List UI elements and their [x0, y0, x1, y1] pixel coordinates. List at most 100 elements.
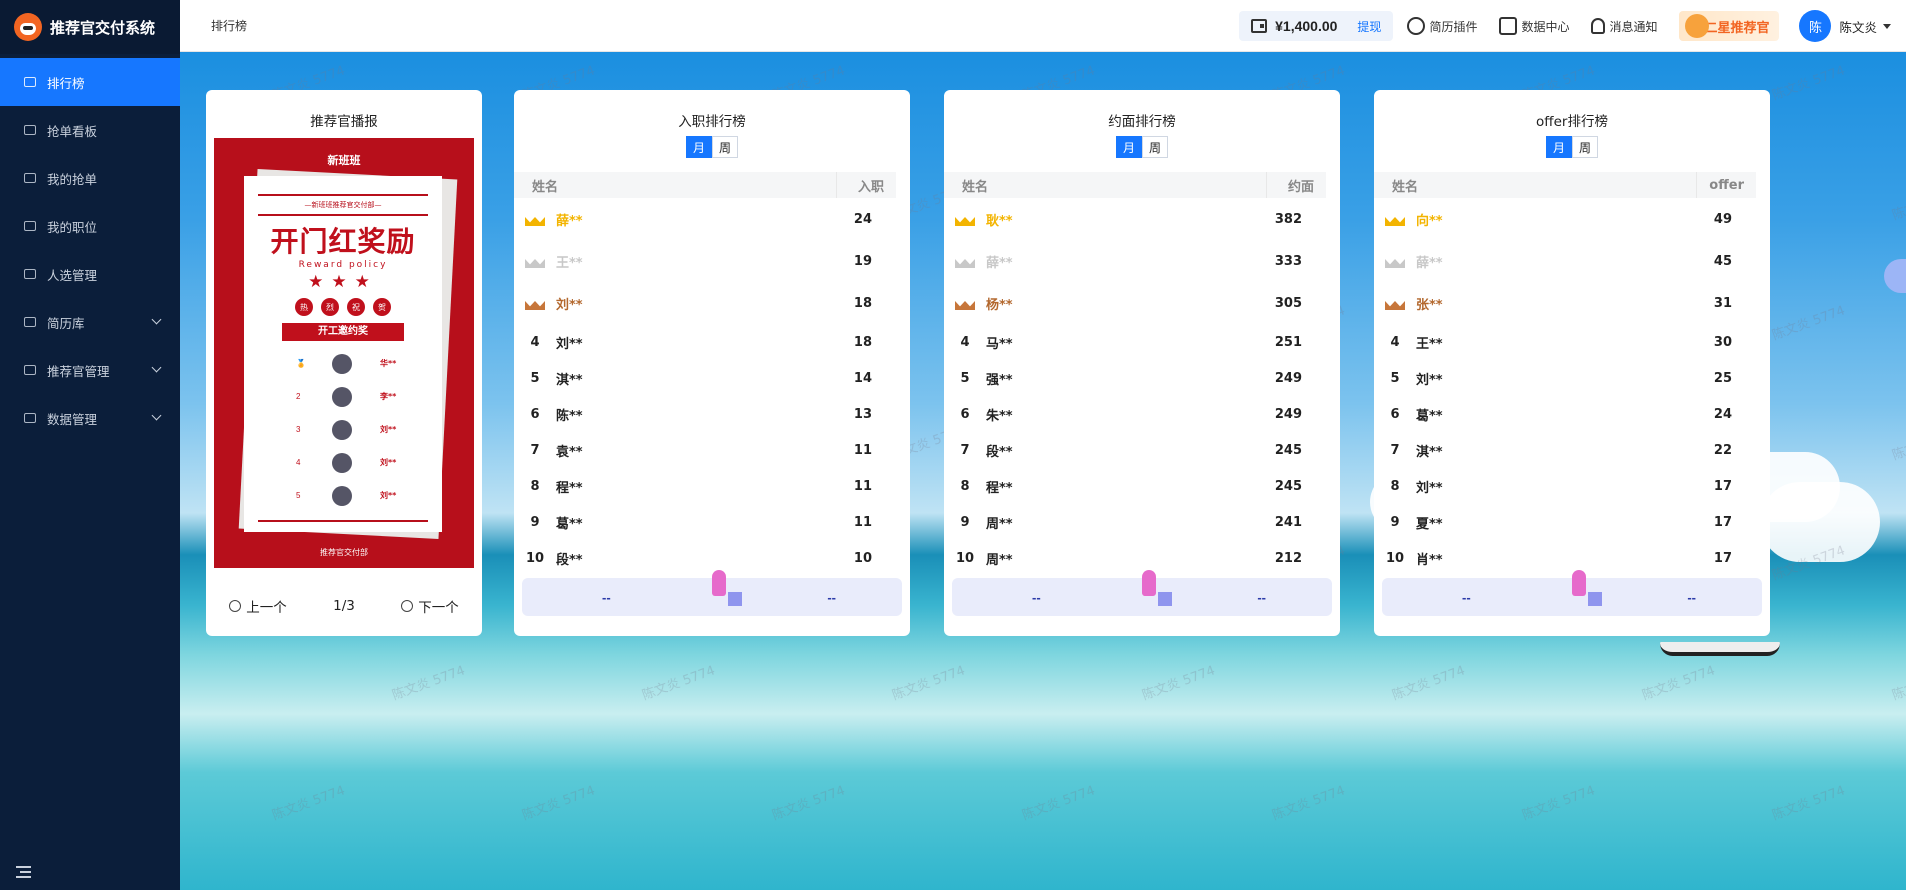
- table-row: 薛** 24: [514, 198, 896, 240]
- watermark-text: 陈文炎 5774: [770, 783, 848, 824]
- toggle-week[interactable]: 周: [1572, 136, 1598, 158]
- poster-name: 刘**: [380, 458, 397, 467]
- avatar[interactable]: 陈: [1799, 10, 1832, 42]
- watermark-text: 陈文炎 5774: [270, 783, 348, 824]
- leaderboard-table: 姓名 约面 耿** 382 薛** 333 杨** 305 4 马** 251: [944, 172, 1326, 576]
- menu-collapse-icon[interactable]: [16, 866, 31, 878]
- table-row: 10 肖** 17: [1374, 540, 1756, 576]
- watermark-text: 陈文炎 5774: [890, 663, 968, 704]
- toggle-week[interactable]: 周: [712, 136, 738, 158]
- sidebar-item-leaderboard[interactable]: 排行榜: [0, 58, 180, 106]
- rank-number: 6: [960, 406, 970, 422]
- rank-number: 9: [1390, 514, 1400, 530]
- rank-number: 8: [1390, 478, 1400, 494]
- sidebar-item-my-orders[interactable]: 我的抢单: [0, 154, 180, 202]
- toggle-week[interactable]: 周: [1142, 136, 1168, 158]
- poster-rank: 5: [296, 491, 301, 500]
- side-float-tab[interactable]: [1884, 259, 1906, 293]
- column-header-value: 入职: [835, 172, 896, 198]
- poster-badge: 贺: [373, 298, 391, 316]
- sidebar-item-candidates[interactable]: 人选管理: [0, 250, 180, 298]
- poster-divider: [258, 214, 428, 216]
- next-button[interactable]: 下一个: [401, 596, 459, 616]
- crown-icon: [955, 254, 975, 268]
- value-cell: 11: [853, 514, 872, 530]
- notifications-link[interactable]: 消息通知: [1591, 18, 1657, 35]
- sidebar-item-order-board[interactable]: 抢单看板: [0, 106, 180, 154]
- table-header: 姓名 约面: [944, 172, 1326, 198]
- username[interactable]: 陈文炎: [1839, 17, 1877, 36]
- name-cell: 薛**: [1416, 255, 1443, 271]
- rank-cell: 8: [1374, 468, 1416, 504]
- table-header: 姓名 offer: [1374, 172, 1756, 198]
- toggle-month[interactable]: 月: [686, 136, 712, 158]
- sidebar-item-label: 我的职位: [47, 219, 98, 235]
- value-cell: 305: [1274, 295, 1302, 311]
- rank-cell: [944, 282, 986, 324]
- poster-name: 华**: [380, 359, 397, 368]
- watermark-text: 陈文炎 5774: [1890, 183, 1906, 224]
- value-cell: 17: [1713, 514, 1732, 530]
- prev-button[interactable]: 上一个: [229, 596, 287, 616]
- chevron-down-icon: [151, 362, 162, 373]
- name-cell: 薛**: [986, 255, 1013, 271]
- withdraw-button[interactable]: 提现: [1357, 18, 1381, 35]
- sidebar-item-label: 我的抢单: [47, 171, 98, 187]
- leaderboard-table: 姓名 入职 薛** 24 王** 19 刘** 18 4 刘** 18 5 淇*…: [514, 172, 896, 576]
- table-row: 7 段** 245: [944, 432, 1326, 468]
- crown-icon: [525, 296, 545, 310]
- rank-number: 9: [960, 514, 970, 530]
- rank-cell: [1374, 282, 1416, 324]
- sidebar-item-resume-library[interactable]: 简历库: [0, 298, 180, 346]
- poster-avatar: [332, 452, 352, 473]
- name-cell: 强**: [986, 372, 1013, 388]
- app-title: 推荐官交付系统: [50, 18, 156, 37]
- rank-cell: 10: [944, 540, 986, 576]
- rank-cell: 10: [514, 540, 556, 576]
- poster-headline: 开门红奖励: [270, 225, 416, 258]
- name-cell: 袁**: [556, 444, 583, 460]
- rank-cell: 8: [944, 468, 986, 504]
- sidebar-item-recommender-mgmt[interactable]: 推荐官管理: [0, 346, 180, 394]
- data-center-link[interactable]: 数据中心: [1499, 17, 1569, 35]
- sidebar-item-data-mgmt[interactable]: 数据管理: [0, 394, 180, 442]
- table-row: 9 夏** 17: [1374, 504, 1756, 540]
- crown-icon: [1385, 254, 1405, 268]
- table-row: 10 段** 10: [514, 540, 896, 576]
- my-rank-row: -- --: [952, 570, 1332, 616]
- toggle-month[interactable]: 月: [1546, 136, 1572, 158]
- rank-cell: 7: [514, 432, 556, 468]
- my-rank-right: --: [1257, 589, 1266, 605]
- period-toggle: 月 周: [514, 136, 910, 158]
- caret-down-icon[interactable]: [1883, 23, 1891, 29]
- name-cell: 周**: [986, 552, 1013, 568]
- rank-cell: [1374, 240, 1416, 282]
- database-icon: [24, 413, 36, 423]
- rank-cell: 6: [514, 396, 556, 432]
- rank-cell: 9: [1374, 504, 1416, 540]
- name-cell: 夏**: [1416, 516, 1443, 532]
- poster-avatar: [332, 386, 352, 407]
- illustration-figure-icon: [1138, 568, 1172, 610]
- value-cell: 10: [853, 550, 872, 566]
- watermark-text: 陈文炎 5774: [1520, 783, 1598, 824]
- rank-cell: 9: [514, 504, 556, 540]
- period-toggle: 月 周: [1374, 136, 1770, 158]
- chart-icon: [24, 77, 36, 87]
- poster-headline-en: Reward policy: [298, 260, 388, 270]
- resume-plugin-link[interactable]: 简历插件: [1407, 17, 1477, 35]
- poster-card: 推荐官播报 新班班 —新班班推荐官交付部— 开门红奖励 Reward polic…: [206, 90, 482, 636]
- value-cell: 11: [853, 442, 872, 458]
- poster-footer: 推荐官交付部: [320, 548, 368, 557]
- poster-image[interactable]: 新班班 —新班班推荐官交付部— 开门红奖励 Reward policy ★★★ …: [214, 138, 474, 568]
- sidebar-item-my-positions[interactable]: 我的职位: [0, 202, 180, 250]
- poster-avatar: [332, 485, 352, 506]
- value-cell: 245: [1274, 442, 1302, 458]
- poster-badge: 祝: [347, 298, 365, 316]
- rank-cell: [1374, 198, 1416, 240]
- sidebar-item-label: 排行榜: [47, 75, 85, 91]
- toggle-month[interactable]: 月: [1116, 136, 1142, 158]
- my-rank-right: --: [827, 589, 836, 605]
- table-row: 8 程** 11: [514, 468, 896, 504]
- table-row: 6 陈** 13: [514, 396, 896, 432]
